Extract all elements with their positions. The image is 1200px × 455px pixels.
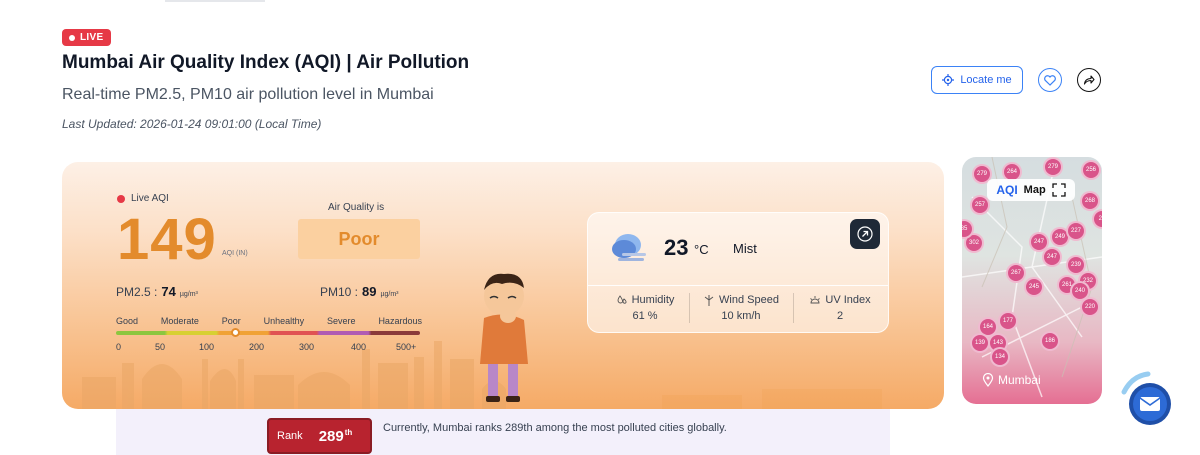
map-marker[interactable]: 177: [998, 311, 1018, 331]
map-city-label: Mumbai: [982, 373, 1041, 387]
expand-icon[interactable]: [1052, 183, 1066, 197]
locate-me-label: Locate me: [960, 74, 1012, 86]
aqi-logo: AQI: [996, 183, 1018, 197]
map-city-name: Mumbai: [998, 373, 1041, 387]
map-marker[interactable]: 268: [1080, 191, 1100, 211]
uv-value: 2: [836, 310, 844, 322]
map-marker[interactable]: 279: [1043, 157, 1063, 177]
live-indicator-icon: [117, 194, 125, 203]
air-quality-status: Poor: [298, 219, 420, 259]
favorite-button[interactable]: [1038, 68, 1062, 92]
aqi-scale-bar: [116, 331, 420, 335]
scale-label: Moderate: [160, 316, 199, 326]
pm25-label: PM2.5 :: [116, 285, 158, 299]
map-title: Map: [1023, 184, 1046, 196]
rank-badge: Rank 289th: [267, 418, 372, 454]
scale-number: 0: [116, 342, 122, 352]
uv-stat: UV Index 2: [800, 294, 880, 322]
scale-number: 300: [299, 342, 315, 352]
pm10-reading: PM10 : 89 µg/m³: [320, 284, 399, 299]
page-subtitle: Real-time PM2.5, PM10 air pollution leve…: [62, 86, 434, 103]
map-marker[interactable]: 227: [1066, 221, 1086, 241]
map-marker[interactable]: 186: [1040, 331, 1060, 351]
locate-me-button[interactable]: Locate me: [931, 66, 1023, 94]
arrow-up-right-icon: [857, 226, 873, 242]
pm10-label: PM10 :: [320, 285, 359, 299]
mail-chat-icon: [1121, 371, 1171, 425]
live-aqi-text: Live AQI: [131, 193, 169, 204]
humidity-value: 61 %: [632, 310, 658, 322]
rank-label: Rank: [277, 430, 303, 442]
pm10-value: 89: [362, 284, 377, 299]
rank-value: 289: [318, 427, 344, 445]
scale-label: Unhealthy: [263, 316, 305, 326]
map-marker[interactable]: 220: [1080, 297, 1100, 317]
scale-number: 100: [199, 342, 215, 352]
humidity-label: Humidity: [631, 294, 675, 306]
rank-value-wrap: 289th: [319, 428, 353, 445]
air-quality-label: Air Quality is: [328, 202, 385, 213]
pm25-reading: PM2.5 : 74 µg/m³: [116, 284, 198, 299]
wind-turbine-icon: [704, 295, 714, 306]
scale-number: 200: [249, 342, 265, 352]
live-dot-icon: [69, 34, 75, 41]
uv-label: UV Index: [825, 294, 871, 306]
wind-stat: Wind Speed 10 km/h: [696, 294, 786, 322]
scale-number: 500+: [396, 342, 417, 352]
wind-value: 10 km/h: [721, 310, 761, 322]
scale-number: 50: [155, 342, 166, 352]
chat-widget-button[interactable]: [1118, 370, 1178, 430]
aqi-card: Live AQI 149 AQI (IN) Air Quality is Poo…: [62, 162, 944, 409]
weather-details-button[interactable]: [850, 219, 880, 249]
mist-cloud-icon: [612, 234, 646, 261]
map-marker[interactable]: 139: [970, 333, 990, 353]
scale-number: 400: [351, 342, 367, 352]
locate-icon: [942, 74, 955, 86]
map-marker[interactable]: 134: [990, 347, 1010, 367]
rank-section: Rank 289th Currently, Mumbai ranks 289th…: [116, 409, 890, 455]
wind-label: Wind Speed: [719, 294, 779, 306]
map-marker[interactable]: 267: [1006, 263, 1026, 283]
pm10-unit: µg/m³: [380, 291, 399, 298]
rank-description: Currently, Mumbai ranks 289th among the …: [383, 422, 727, 434]
stat-divider: [689, 293, 690, 323]
rank-suffix: th: [344, 427, 353, 437]
live-badge: LIVE: [62, 29, 112, 46]
live-badge-label: LIVE: [80, 32, 104, 43]
last-updated: Last Updated: 2026-01-24 09:01:00 (Local…: [62, 117, 322, 131]
pm25-unit: µg/m³: [179, 291, 198, 298]
coughing-boy-illustration: [480, 273, 528, 402]
heart-icon: [1044, 74, 1056, 86]
share-icon: [1083, 75, 1095, 85]
location-pin-icon: [982, 373, 994, 387]
aqi-scale-labels: Good Moderate Poor Unhealthy Severe Haza…: [116, 316, 422, 326]
scale-label: Good: [116, 316, 139, 326]
share-button[interactable]: [1077, 68, 1101, 92]
scale-label: Severe: [327, 316, 356, 326]
top-divider: [165, 0, 265, 2]
weather-divider: [588, 285, 888, 286]
humidity-stat: Humidity 61 %: [606, 294, 684, 322]
aqi-map-card[interactable]: 279 264 279 256 257 268 302 247 249 227 …: [962, 157, 1102, 404]
weather-condition: Mist: [733, 241, 757, 256]
page-title: Mumbai Air Quality Index (AQI) | Air Pol…: [62, 52, 470, 73]
aqi-value: 149: [117, 207, 217, 272]
aqi-unit: AQI (IN): [222, 250, 248, 257]
map-marker[interactable]: 245: [1024, 277, 1044, 297]
pm25-value: 74: [161, 284, 176, 299]
live-aqi-label: Live AQI: [117, 193, 169, 204]
stat-divider: [793, 293, 794, 323]
scale-label: Hazardous: [378, 316, 422, 326]
humidity-icon: [617, 295, 627, 304]
aqi-scale-marker: [230, 328, 240, 337]
weather-card: 23 °C Mist Humidity 61 % Wind Speed 10 k…: [587, 212, 889, 333]
temperature-value: 23: [664, 235, 689, 260]
map-header: AQI Map: [987, 179, 1075, 201]
temperature-unit: °C: [694, 242, 709, 257]
sun-icon: [810, 296, 821, 304]
map-marker[interactable]: 256: [1081, 160, 1101, 180]
scale-label: Poor: [221, 316, 241, 326]
map-marker[interactable]: 247: [1042, 247, 1062, 267]
